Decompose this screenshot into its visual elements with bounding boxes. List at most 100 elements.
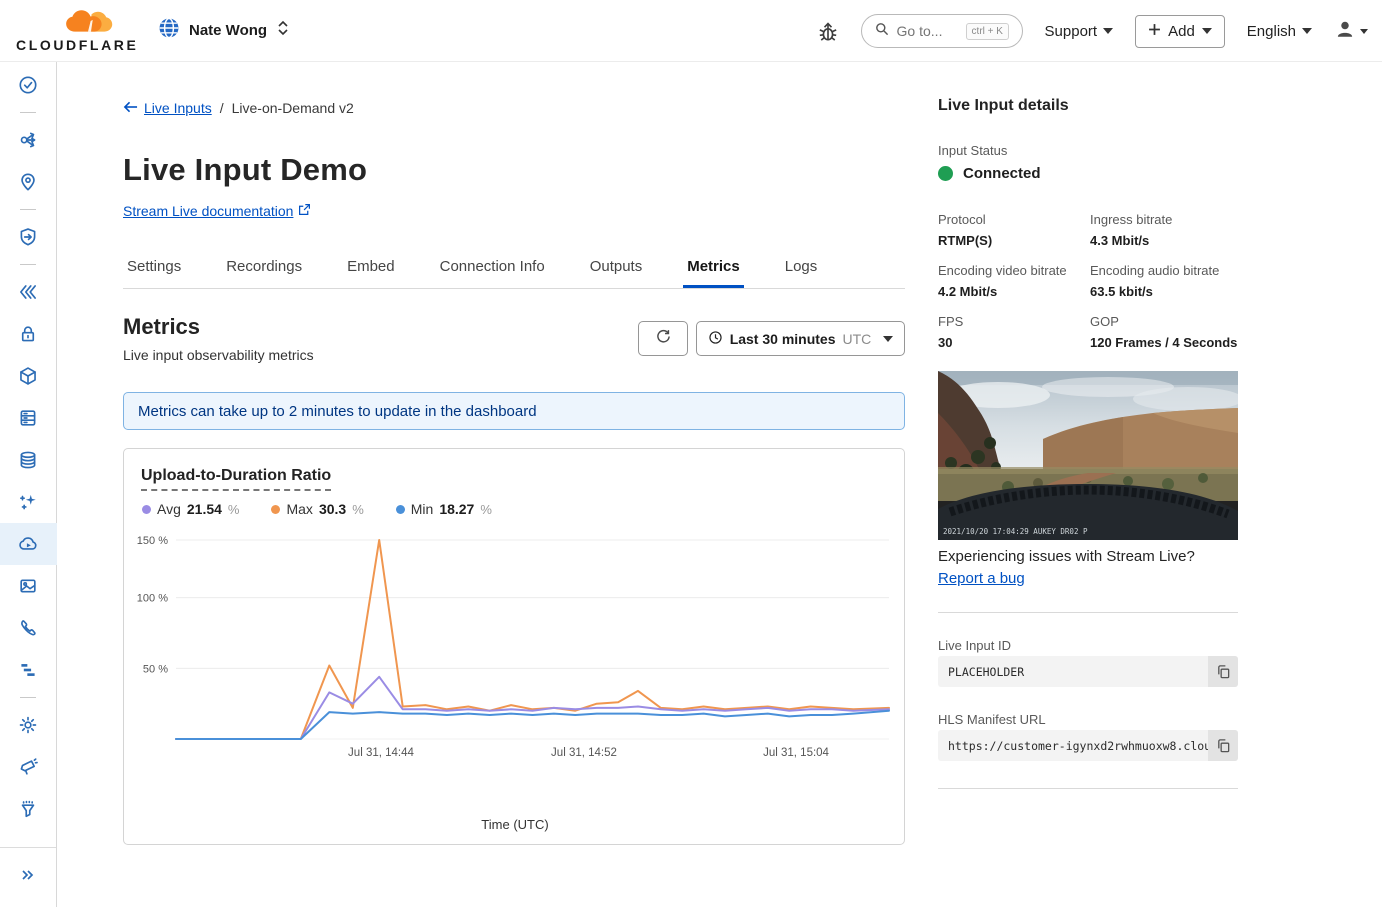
lock-icon (17, 323, 39, 345)
pin-icon (17, 171, 39, 193)
sparkles-icon (17, 491, 39, 513)
sidebar-item-image[interactable] (0, 565, 57, 607)
sidebar-item-server[interactable] (0, 397, 57, 439)
layers-icon (17, 281, 39, 303)
section-title: Metrics (123, 314, 200, 340)
sidebar-divider (20, 112, 36, 113)
upload-duration-chart: 50 %100 %150 %Jul 31, 14:44Jul 31, 14:52… (124, 536, 906, 806)
sidebar-item-layers[interactable] (0, 271, 57, 313)
sidebar-item-gear[interactable] (0, 704, 57, 746)
language-label: English (1247, 23, 1296, 40)
person-icon (1334, 18, 1356, 45)
breadcrumb-back-link[interactable]: Live Inputs (123, 100, 212, 116)
issues-text: Experiencing issues with Stream Live? (938, 548, 1195, 565)
copy-id-button[interactable] (1208, 656, 1238, 687)
globe-icon (158, 17, 180, 44)
global-search[interactable]: ctrl + K (861, 14, 1023, 48)
tab-embed[interactable]: Embed (343, 248, 399, 288)
sidebar-item-shield[interactable] (0, 216, 57, 258)
cloudflare-logo[interactable]: CLOUDFLARE (16, 8, 128, 53)
tab-logs[interactable]: Logs (781, 248, 822, 288)
database-icon (17, 449, 39, 471)
legend-item-avg[interactable]: Avg21.54% (142, 501, 239, 517)
detail-encoding-audio-bitrate: Encoding audio bitrate63.5 kbit/s (1090, 263, 1238, 301)
image-icon (17, 575, 39, 597)
detail-gop: GOP120 Frames / 4 Seconds (1090, 314, 1238, 352)
add-button[interactable]: Add (1135, 15, 1225, 48)
legend-item-min[interactable]: Min18.27% (396, 501, 492, 517)
sidebar-item-phone[interactable] (0, 607, 57, 649)
shield-icon (17, 226, 39, 248)
sidebar-item-clock-check[interactable] (0, 64, 57, 106)
detail-fps: FPS30 (938, 314, 1090, 352)
chart-legend: Avg21.54% Max30.3% Min18.27% (142, 501, 492, 517)
sidebar-item-sparkles[interactable] (0, 481, 57, 523)
support-menu[interactable]: Support (1045, 23, 1114, 40)
documentation-link[interactable]: Stream Live documentation (123, 203, 311, 219)
add-label: Add (1168, 23, 1195, 40)
section-subtitle: Live input observability metrics (123, 347, 314, 363)
live-input-id-label: Live Input ID (938, 638, 1011, 653)
clock-icon (708, 330, 723, 348)
search-input[interactable] (897, 23, 959, 39)
search-icon (874, 21, 890, 42)
sidebar-item-funnel[interactable] (0, 788, 57, 830)
sidebar-item-network[interactable] (0, 119, 57, 161)
hls-url-field: https://customer-igynxd2rwhmuoxw8.cloudf (938, 730, 1238, 761)
sidebar-collapse[interactable] (0, 847, 56, 907)
sidebar-divider (20, 264, 36, 265)
refresh-button[interactable] (638, 321, 688, 356)
megaphone-icon (17, 756, 39, 778)
refresh-icon (655, 328, 672, 350)
search-shortcut-badge: ctrl + K (966, 23, 1009, 40)
network-icon (17, 129, 39, 151)
tab-connection-info[interactable]: Connection Info (436, 248, 549, 288)
gantt-icon (17, 659, 39, 681)
sidebar-item-lock[interactable] (0, 313, 57, 355)
sidebar-item-stream[interactable] (0, 523, 57, 565)
detail-protocol: ProtocolRTMP(S) (938, 212, 1090, 250)
account-switcher[interactable]: Nate Wong (158, 17, 290, 44)
report-bug-link[interactable]: Report a bug (938, 570, 1025, 587)
caret-down-icon (1302, 28, 1312, 34)
chart-xaxis-label: Time (UTC) (124, 817, 906, 832)
panel-title: Live Input details (938, 97, 1069, 115)
sidebar-item-megaphone[interactable] (0, 746, 57, 788)
tab-settings[interactable]: Settings (123, 248, 185, 288)
sidebar-item-pin[interactable] (0, 161, 57, 203)
external-link-icon (298, 203, 311, 219)
breadcrumb-current: Live-on-Demand v2 (232, 100, 354, 116)
tab-metrics[interactable]: Metrics (683, 248, 744, 288)
legend-dot (142, 505, 151, 514)
sidebar-item-gantt[interactable] (0, 649, 57, 691)
support-label: Support (1045, 23, 1098, 40)
detail-encoding-video-bitrate: Encoding video bitrate4.2 Mbit/s (938, 263, 1090, 301)
time-range-dropdown[interactable]: Last 30 minutes UTC (696, 321, 905, 356)
svg-text:2021/10/20 17:04:29 AUKEY DR02: 2021/10/20 17:04:29 AUKEY DR02 P (943, 527, 1088, 536)
account-name: Nate Wong (189, 22, 267, 39)
report-bug-icon[interactable] (817, 19, 839, 43)
top-header: CLOUDFLARE Nate Wong (0, 0, 1382, 62)
brand-wordmark: CLOUDFLARE (16, 37, 138, 53)
copy-hls-button[interactable] (1208, 730, 1238, 761)
sidebar-item-cube[interactable] (0, 355, 57, 397)
tab-outputs[interactable]: Outputs (586, 248, 647, 288)
language-menu[interactable]: English (1247, 23, 1312, 40)
sidebar-item-database[interactable] (0, 439, 57, 481)
caret-down-icon (1103, 28, 1113, 34)
legend-item-max[interactable]: Max30.3% (271, 501, 363, 517)
svg-text:Jul 31, 14:44: Jul 31, 14:44 (348, 747, 414, 759)
tab-recordings[interactable]: Recordings (222, 248, 306, 288)
detail-ingress-bitrate: Ingress bitrate4.3 Mbit/s (1090, 212, 1238, 250)
svg-text:50 %: 50 % (143, 663, 168, 675)
svg-text:Jul 31, 15:04: Jul 31, 15:04 (763, 747, 829, 759)
divider (938, 788, 1238, 789)
hls-url-value: https://customer-igynxd2rwhmuoxw8.cloudf (938, 739, 1208, 753)
cube-icon (17, 365, 39, 387)
caret-down-icon (1360, 29, 1368, 34)
user-menu[interactable] (1334, 18, 1368, 45)
input-status: Connected (938, 165, 1041, 182)
plus-icon (1148, 23, 1161, 40)
chevrons-updown-icon (276, 19, 290, 42)
sidebar-divider (20, 209, 36, 210)
